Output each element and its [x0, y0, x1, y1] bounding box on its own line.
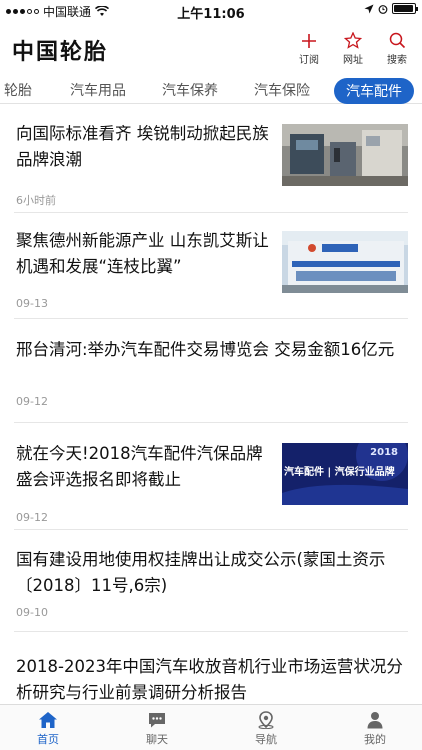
news-item[interactable]: 向国际标准看齐 埃锐制动掀起民族品牌浪潮 6小时前 [0, 106, 422, 213]
news-headline: 2018-2023年中国汽车收放音机行业市场运营状况分析研究与行业前景调研分析报… [16, 657, 403, 702]
news-headline: 向国际标准看齐 埃锐制动掀起民族品牌浪潮 [16, 124, 269, 169]
news-date: 09-12 [16, 395, 48, 408]
tabbar-chat[interactable]: 聊天 [127, 711, 187, 747]
location-arrow-icon [364, 4, 374, 13]
tab-tires[interactable]: 轮胎 [4, 80, 32, 100]
news-headline: 聚焦德州新能源产业 山东凯艾斯让机遇和发展“连枝比翼” [16, 231, 269, 276]
home-icon [39, 712, 57, 728]
banner-title: 汽车配件 | 汽保行业品牌 [284, 467, 395, 478]
navigation-pin-icon [258, 711, 274, 729]
subscribe-label: 订阅 [299, 55, 319, 66]
factory-building-photo [282, 231, 408, 293]
plus-icon [302, 34, 316, 48]
search-label: 搜索 [387, 55, 407, 66]
news-time: 6小时前 [16, 194, 56, 207]
news-date: 09-12 [16, 511, 48, 524]
url-label: 网址 [343, 55, 363, 66]
search-icon [389, 32, 405, 49]
news-item[interactable]: 聚焦德州新能源产业 山东凯艾斯让机遇和发展“连枝比翼” 09-13 [0, 213, 422, 319]
news-item[interactable]: 国有建设用地使用权挂牌出让成交公示(蒙国土资示〔2018〕11号,6宗) 09-… [0, 530, 422, 632]
subscribe-button[interactable]: 订阅 [294, 32, 324, 66]
tab-car-maintenance[interactable]: 汽车保养 [162, 80, 218, 100]
news-date: 09-10 [16, 606, 48, 619]
news-item[interactable]: 就在今天!2018汽车配件汽保品牌盛会评选报名即将截止 09-12 2018 汽… [0, 423, 422, 530]
tab-car-parts[interactable]: 汽车配件 [334, 78, 414, 104]
app-header: 中国轮胎 订阅 网址 搜索 [0, 20, 422, 72]
user-icon [367, 712, 383, 729]
status-right [364, 3, 418, 14]
tabbar-navigation-label: 导航 [255, 733, 277, 746]
tabbar-home[interactable]: 首页 [18, 711, 78, 747]
workshop-photo [282, 124, 408, 186]
banner-year: 2018 [370, 447, 398, 458]
event-banner-image: 2018 汽车配件 | 汽保行业品牌 [282, 443, 408, 505]
news-item[interactable]: 2018-2023年中国汽车收放音机行业市场运营状况分析研究与行业前景调研分析报… [0, 632, 422, 712]
news-headline: 邢台清河:举办汽车配件交易博览会 交易金额16亿元 [16, 340, 395, 359]
battery-icon [392, 3, 418, 14]
tabbar-home-label: 首页 [37, 733, 59, 746]
tabbar-profile-label: 我的 [364, 733, 386, 746]
tabbar-profile[interactable]: 我的 [345, 711, 405, 747]
news-item[interactable]: 邢台清河:举办汽车配件交易博览会 交易金额16亿元 09-12 [0, 319, 422, 423]
news-date: 09-13 [16, 297, 48, 310]
tab-car-supplies[interactable]: 汽车用品 [70, 80, 126, 100]
search-button[interactable]: 搜索 [382, 32, 412, 66]
header-actions: 订阅 网址 搜索 [294, 32, 412, 66]
brand-title: 中国轮胎 [12, 39, 109, 65]
tab-car-insurance[interactable]: 汽车保险 [254, 80, 310, 100]
tabbar-navigation[interactable]: 导航 [236, 711, 296, 747]
news-headline: 国有建设用地使用权挂牌出让成交公示(蒙国土资示〔2018〕11号,6宗) [16, 550, 386, 595]
status-bar: 中国联通 上午11:06 [0, 0, 422, 22]
bottom-tab-bar: 首页 聊天 导航 我的 [0, 704, 422, 750]
alarm-icon [378, 4, 388, 14]
tabbar-chat-label: 聊天 [146, 733, 168, 746]
star-icon [344, 32, 362, 49]
category-tabs: 轮胎 汽车用品 汽车保养 汽车保险 汽车配件 [0, 74, 422, 104]
url-button[interactable]: 网址 [338, 32, 368, 66]
chat-bubble-icon [149, 713, 165, 728]
news-headline: 就在今天!2018汽车配件汽保品牌盛会评选报名即将截止 [16, 444, 263, 489]
